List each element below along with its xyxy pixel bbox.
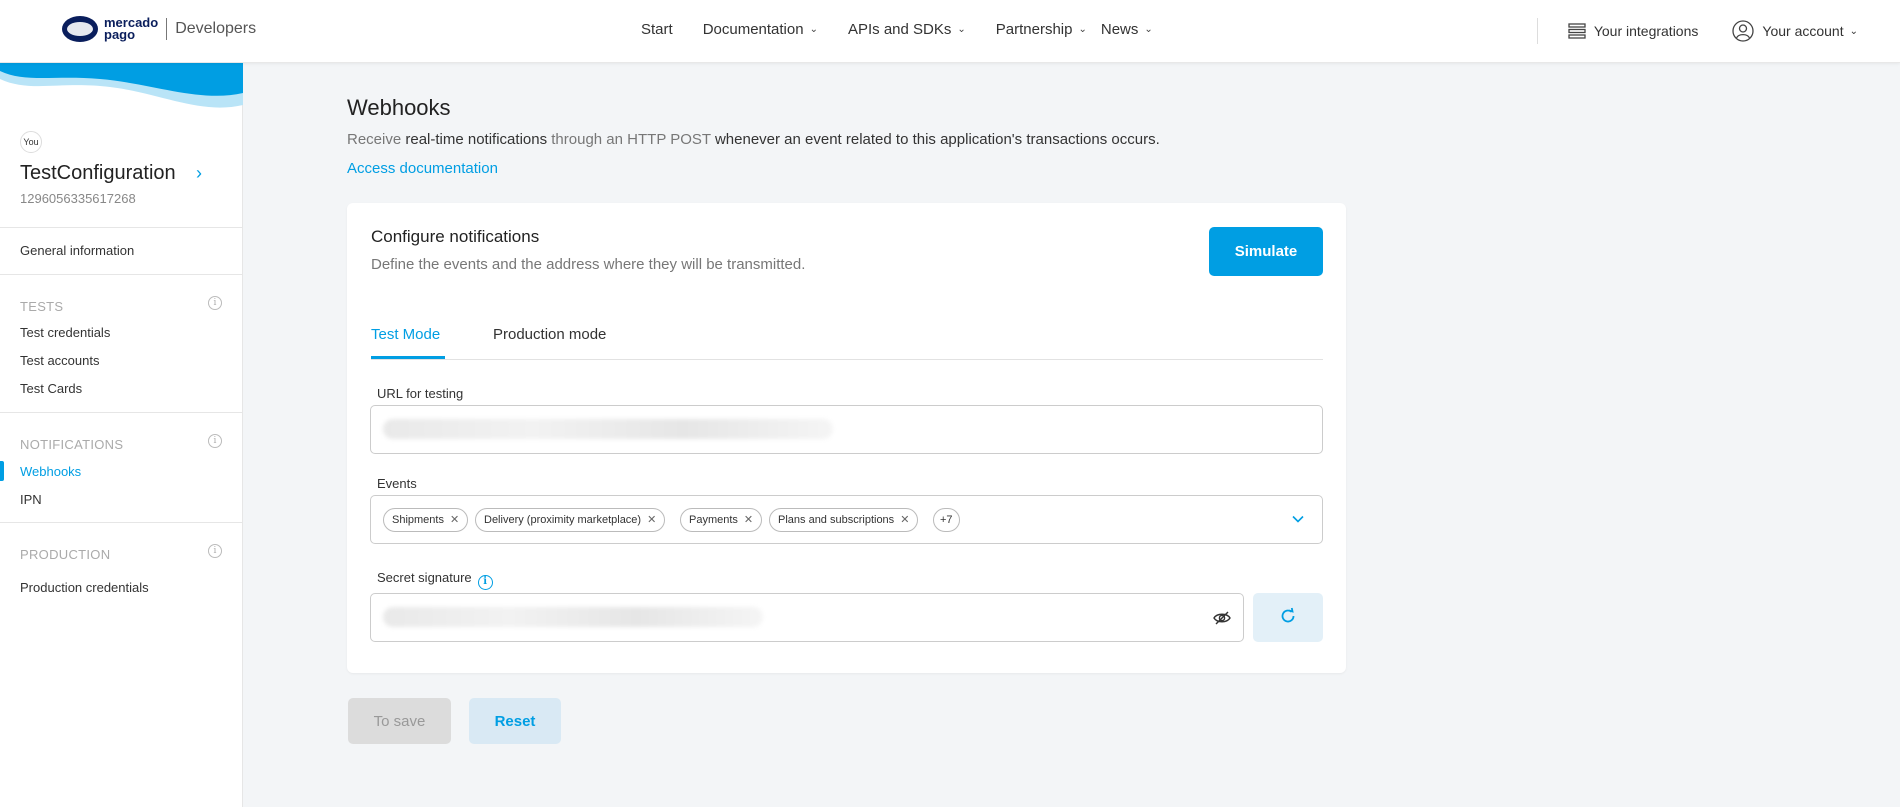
chevron-down-icon: ⌄ (957, 24, 966, 35)
account-label: Your account (1762, 23, 1844, 39)
chip-label: Shipments (392, 514, 444, 526)
sidebar-item-production-credentials[interactable]: Production credentials (20, 580, 149, 595)
url-for-testing-label: URL for testing (377, 386, 464, 401)
application-sidebar: You TestConfiguration › 1296056335617268… (0, 63, 243, 807)
event-chip-delivery: Delivery (proximity marketplace) ✕ (475, 508, 666, 532)
regenerate-secret-button[interactable] (1253, 593, 1323, 642)
sidebar-item-general-information[interactable]: General information (20, 243, 134, 258)
info-icon[interactable]: i (208, 434, 222, 448)
info-icon[interactable]: i (208, 544, 222, 558)
more-events-badge[interactable]: +7 (933, 508, 960, 532)
refresh-icon (1281, 607, 1295, 623)
active-tab-underline (371, 356, 445, 359)
top-navigation: mercado pago Developers Start Documentat… (0, 0, 1900, 63)
secret-signature-label-row: Secret signature i (377, 570, 493, 590)
url-for-testing-input[interactable] (370, 405, 1323, 454)
chevron-right-icon[interactable]: › (196, 163, 202, 184)
page-description: Receive real-time notifications through … (347, 131, 1160, 148)
secret-signature-label: Secret signature (377, 570, 472, 585)
remove-chip-icon[interactable]: ✕ (900, 514, 909, 526)
reset-button[interactable]: Reset (469, 698, 561, 744)
card-title: Configure notifications (371, 227, 540, 246)
your-account-menu[interactable]: Your account ⌄ (1732, 20, 1858, 42)
remove-chip-icon[interactable]: ✕ (744, 514, 753, 526)
desc-part: Receive (347, 131, 406, 148)
chip-label: Delivery (proximity marketplace) (484, 514, 642, 526)
main-menu: Start Documentation ⌄ APIs and SDKs ⌄ Part… (641, 21, 1183, 38)
chevron-down-icon: ⌄ (1144, 24, 1153, 35)
desc-part: through an HTTP POST (547, 131, 715, 148)
sidebar-item-ipn[interactable]: IPN (20, 492, 42, 507)
secret-signature-input[interactable] (370, 593, 1244, 642)
nav-apis-label: APIs and SDKs (847, 21, 952, 38)
sidebar-item-test-credentials[interactable]: Test credentials (20, 325, 110, 340)
chevron-down-icon: ⌄ (1078, 24, 1087, 35)
chevron-down-icon: ⌄ (809, 24, 818, 35)
sidebar-divider (0, 522, 243, 523)
chevron-down-icon[interactable] (1291, 512, 1305, 526)
event-chip-payments: Payments ✕ (680, 508, 763, 532)
user-menu: Your integrations Your account ⌄ (1536, 18, 1858, 44)
chevron-down-icon: ⌄ (1849, 25, 1858, 37)
nav-news-label: News (1100, 21, 1139, 38)
save-button[interactable]: To save (348, 698, 451, 744)
integrations-label: Your integrations (1593, 23, 1699, 39)
nav-documentation[interactable]: Documentation ⌄ (703, 21, 818, 38)
your-integrations-link[interactable]: Your integrations (1568, 23, 1699, 39)
info-icon[interactable]: i (208, 296, 222, 310)
sidebar-item-webhooks[interactable]: Webhooks (20, 464, 81, 479)
tab-test-mode[interactable]: Test Mode (371, 326, 440, 343)
handshake-logo-icon (62, 16, 98, 42)
tab-production-mode[interactable]: Production mode (493, 326, 606, 343)
logo-wordmark: mercado pago (104, 16, 158, 42)
application-name[interactable]: TestConfiguration (20, 162, 176, 185)
sidebar-divider (0, 412, 243, 413)
you-badge: You (20, 131, 42, 153)
events-label: Events (377, 476, 417, 491)
chip-label: Payments (689, 514, 738, 526)
integrations-list-icon (1568, 23, 1586, 39)
sidebar-section-production: PRODUCTION (20, 547, 111, 562)
sidebar-section-notifications: NOTIFICATIONS (20, 437, 124, 452)
info-icon[interactable]: i (477, 575, 493, 590)
redacted-url-value (383, 419, 833, 439)
nav-start[interactable]: Start (641, 21, 673, 38)
sidebar-item-test-cards[interactable]: Test Cards (20, 381, 82, 396)
sidebar-divider (0, 274, 243, 275)
remove-chip-icon[interactable]: ✕ (647, 514, 656, 526)
nav-start-label: Start (641, 21, 673, 38)
sidebar-item-test-accounts[interactable]: Test accounts (20, 353, 100, 368)
card-subtitle: Define the events and the address where … (371, 256, 806, 273)
user-avatar-icon (1732, 20, 1755, 42)
nav-partnership[interactable]: Partnership ⌄ (996, 21, 1087, 38)
logo-divider (166, 18, 168, 40)
sidebar-divider (0, 227, 243, 228)
logo-line2: pago (104, 27, 136, 42)
developers-label: Developers (175, 20, 257, 37)
nav-news[interactable]: News ⌄ (1101, 21, 1153, 38)
events-multiselect[interactable]: Shipments ✕ Delivery (proximity marketpla… (370, 495, 1323, 544)
active-indicator (0, 461, 4, 481)
event-chip-shipments: Shipments ✕ (383, 508, 469, 532)
chip-label: Plans and subscriptions (778, 514, 895, 526)
simulate-button[interactable]: Simulate (1209, 227, 1323, 276)
desc-emphasis: real-time notifications (405, 131, 548, 148)
nav-divider (1536, 18, 1538, 44)
nav-partnership-label: Partnership (995, 21, 1073, 38)
mercado-pago-logo[interactable]: mercado pago Developers (62, 16, 256, 42)
sidebar-section-tests: TESTS (20, 299, 64, 314)
sidebar-wave-decoration (0, 63, 243, 108)
mode-tabs: Test Mode Production mode (371, 308, 1323, 360)
nav-documentation-label: Documentation (702, 21, 804, 38)
nav-apis-sdks[interactable]: APIs and SDKs ⌄ (848, 21, 966, 38)
application-id: 1296056335617268 (20, 191, 136, 206)
desc-emphasis: whenever an event related to this applic… (714, 131, 1160, 148)
remove-chip-icon[interactable]: ✕ (450, 514, 459, 526)
redacted-secret-value (383, 607, 763, 627)
eye-off-icon[interactable] (1213, 610, 1231, 626)
event-chip-plans-subscriptions: Plans and subscriptions ✕ (769, 508, 919, 532)
page-title: Webhooks (347, 95, 451, 120)
access-documentation-link[interactable]: Access documentation (347, 160, 498, 177)
configure-notifications-card: Configure notifications Define the event… (347, 203, 1346, 673)
